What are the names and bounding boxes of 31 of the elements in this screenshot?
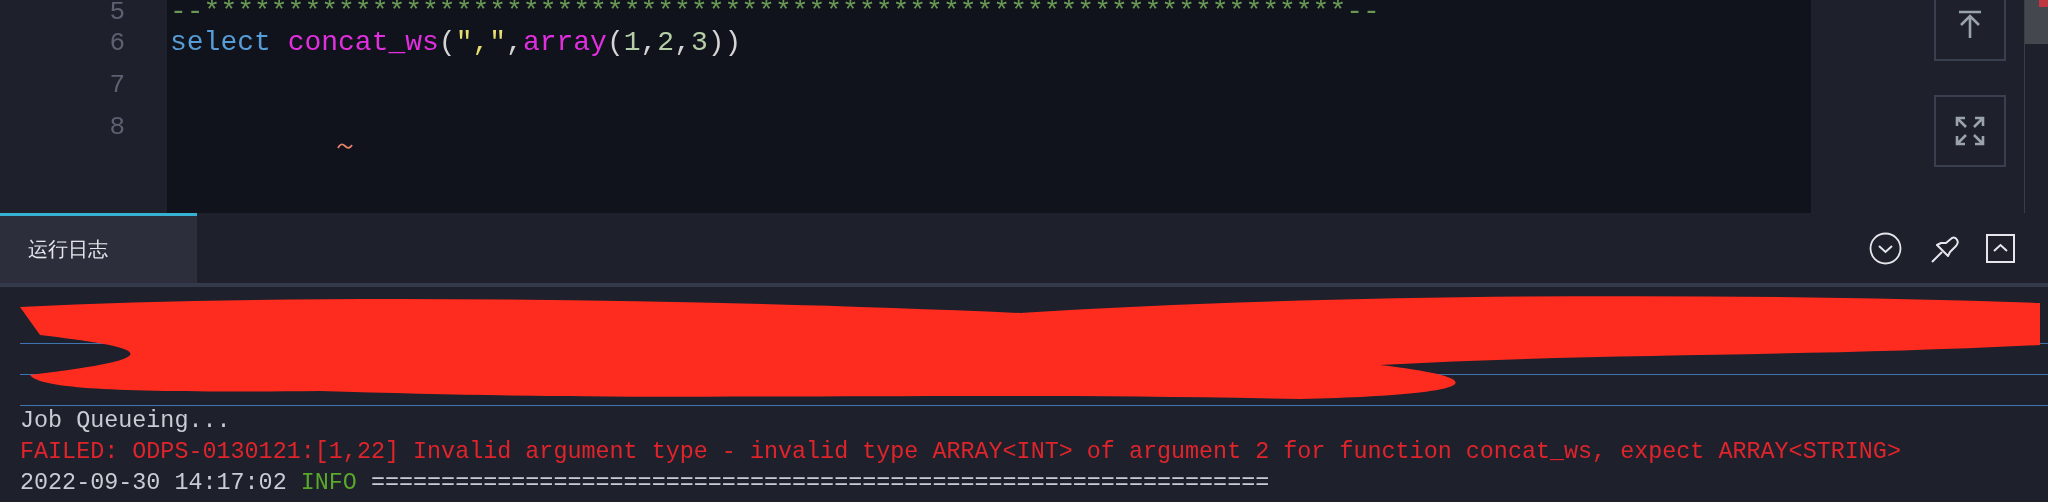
code-token: , bbox=[674, 27, 691, 58]
log-text: 2022-09-30 14:17:02 bbox=[20, 470, 287, 496]
code-token: 3 bbox=[691, 27, 708, 58]
code-token: , bbox=[640, 27, 658, 58]
code-token: "," bbox=[455, 27, 507, 58]
fullscreen-button[interactable] bbox=[1934, 95, 2006, 167]
code-token: , bbox=[506, 27, 523, 58]
expand-panel-icon[interactable] bbox=[1986, 233, 2015, 263]
code-token: array bbox=[522, 27, 607, 58]
expand-arrows-icon bbox=[1955, 116, 1985, 146]
code-token: select bbox=[170, 27, 271, 58]
code-token: ( bbox=[606, 27, 624, 58]
code-token: 1 bbox=[623, 27, 641, 58]
code-token: )) bbox=[707, 27, 742, 58]
line-number: 5 bbox=[108, 0, 126, 22]
log-text: INFO bbox=[300, 470, 357, 496]
line-number: 6 bbox=[108, 27, 126, 60]
log-text: Job Queueing... bbox=[20, 408, 231, 434]
error-squiggle-icon bbox=[337, 142, 353, 150]
code-token: concat_ws bbox=[287, 27, 439, 58]
log-text: FAILED: ODPS-0130121:[1,22] Invalid argument type - invalid type ARRAY<INT> of argument 2 for function concat_ws, expect ARRAY<STRING> bbox=[20, 439, 1901, 465]
scroll-to-top-button[interactable] bbox=[1934, 0, 2006, 61]
panel-tab[interactable]: 运行日志 bbox=[0, 213, 197, 283]
code-token: ( bbox=[438, 27, 456, 58]
arrow-up-bar-icon bbox=[1957, 10, 1983, 40]
scrollbar[interactable] bbox=[2024, 0, 2048, 213]
code-token: 2 bbox=[657, 27, 675, 58]
chevron-down-circle-icon[interactable] bbox=[1869, 231, 1902, 265]
line-number: 7 bbox=[108, 69, 126, 102]
log-text: ================================================================ bbox=[370, 470, 1270, 496]
line-number: 8 bbox=[108, 111, 126, 144]
